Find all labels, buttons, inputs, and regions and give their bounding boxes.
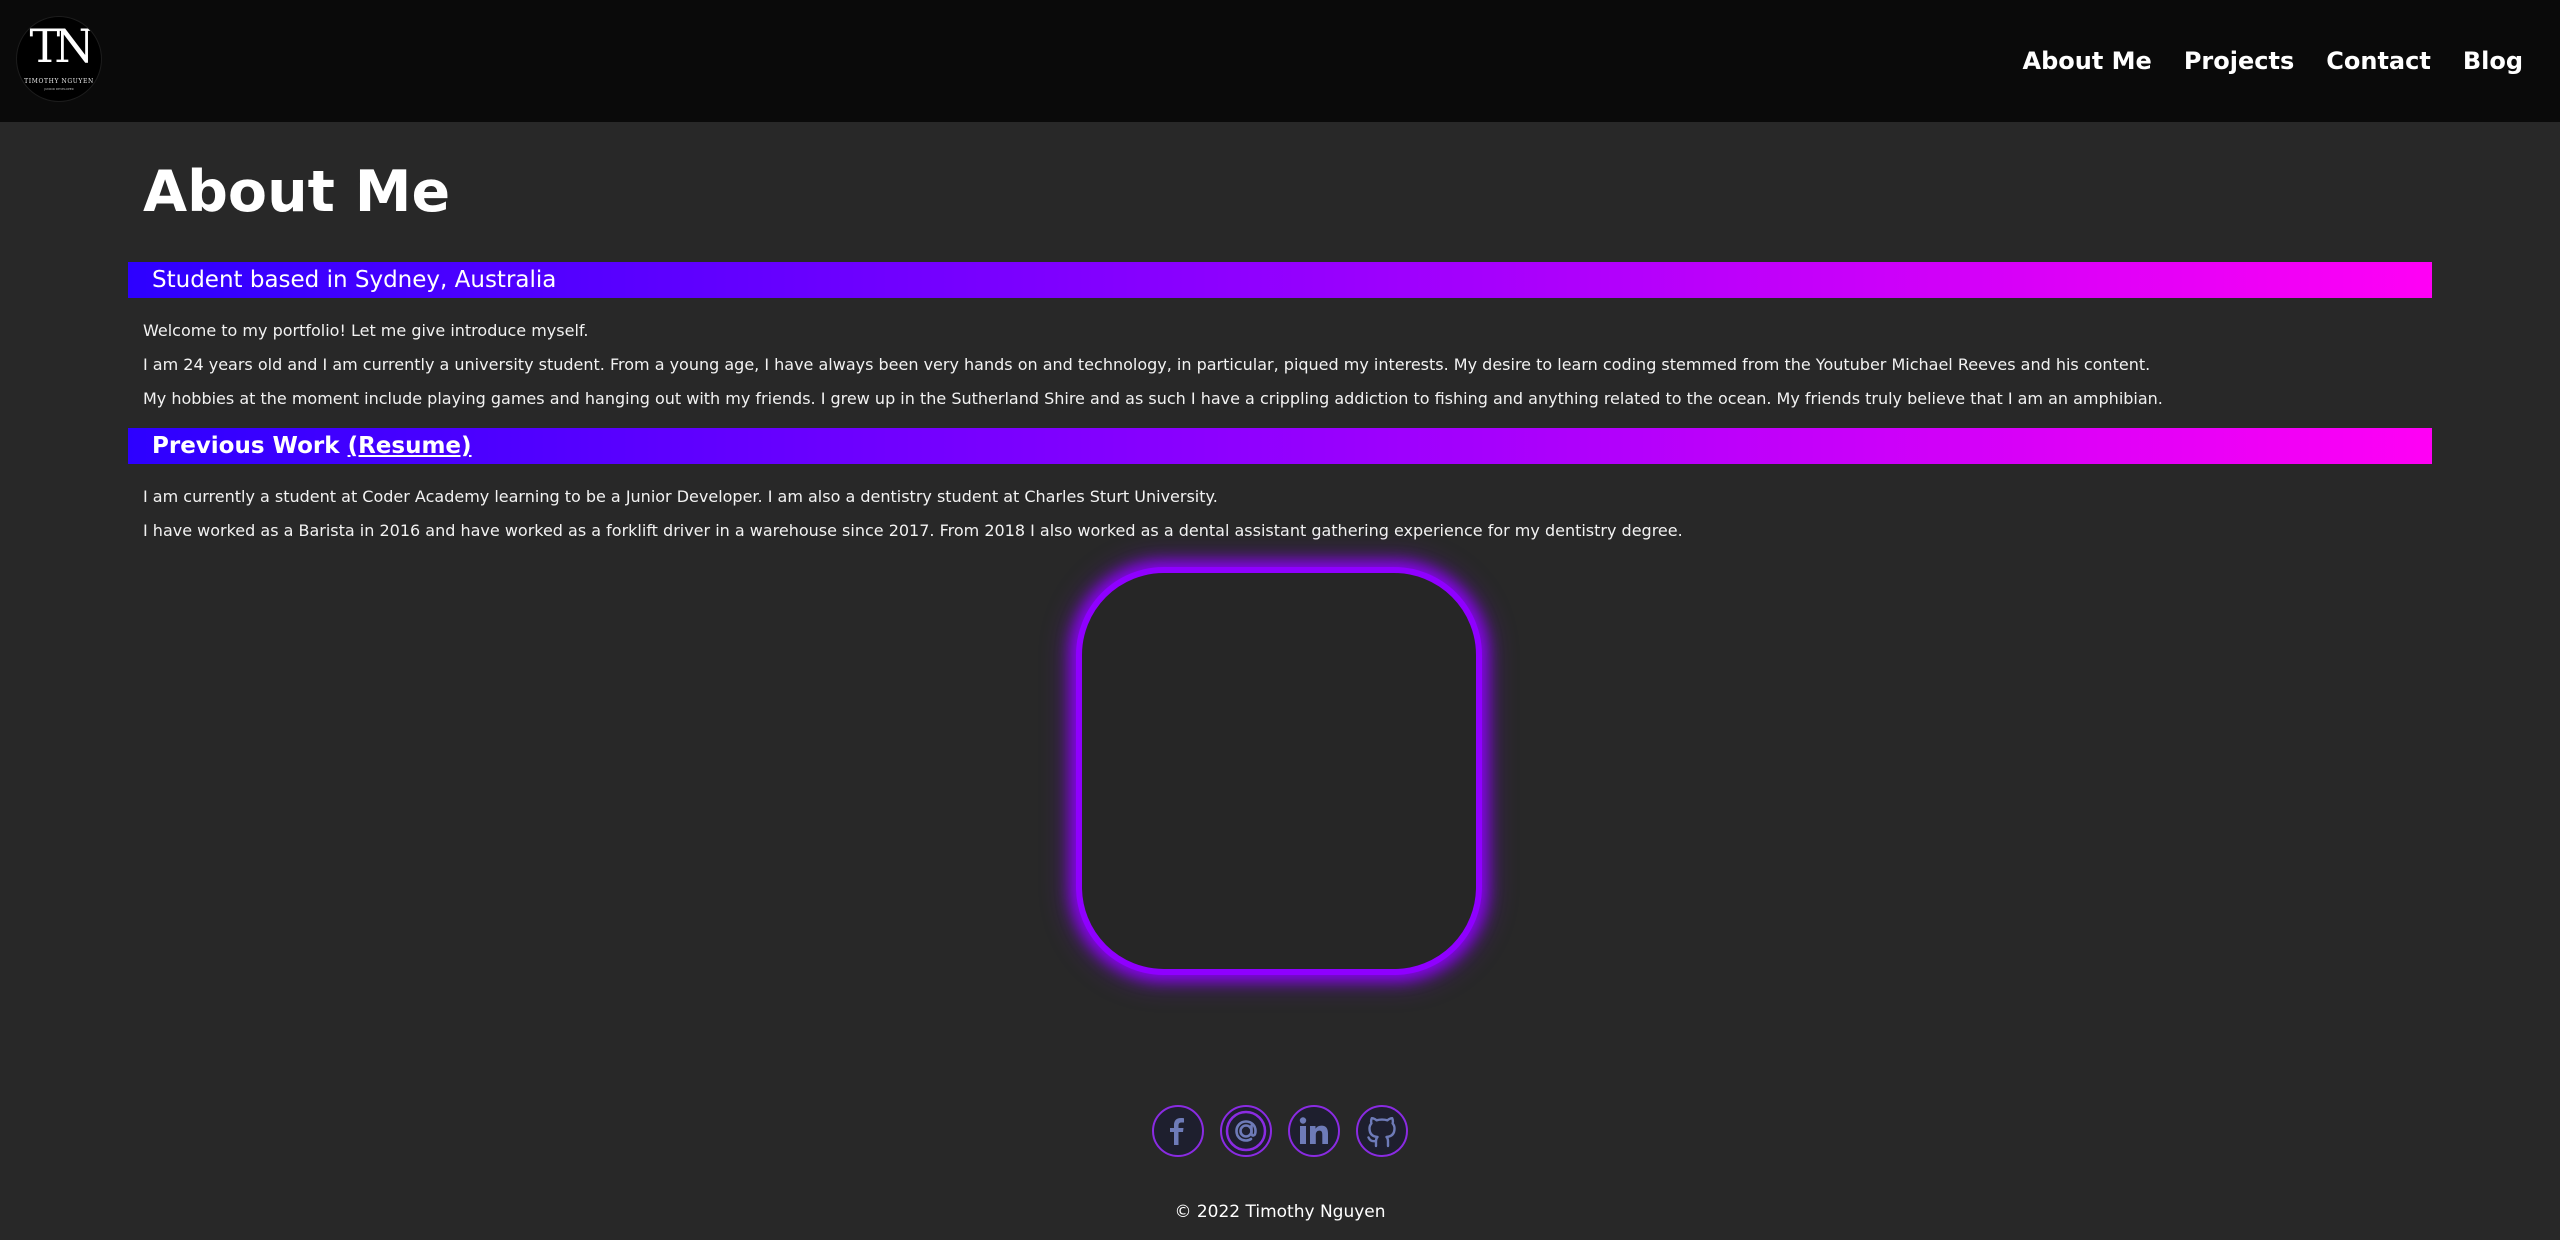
section-heading-previous-work-text: Previous Work [152,433,340,459]
page-title: About Me [143,159,451,225]
nav-contact[interactable]: Contact [2326,44,2431,78]
logo-name: TIMOTHY NGUYEN [24,78,94,85]
resume-link[interactable]: (Resume) [348,433,472,459]
facebook-icon [1170,1118,1184,1145]
logo-monogram: TN [29,19,95,73]
github-icon [1367,1117,1396,1148]
profile-photo-frame [1076,567,1482,975]
work-history-paragraph: I have worked as a Barista in 2016 and h… [143,521,1683,540]
site-logo[interactable]: TN TIMOTHY NGUYEN JUNIOR DEVELOPER [16,16,102,102]
main-nav: About Me Projects Contact Blog [2023,44,2523,78]
site-header: TN TIMOTHY NGUYEN JUNIOR DEVELOPER About… [0,0,2560,122]
section-heading-previous-work: Previous Work (Resume) [128,428,2432,464]
linkedin-icon [1299,1117,1328,1144]
nav-about-me[interactable]: About Me [2023,44,2152,78]
intro-paragraph: Welcome to my portfolio! Let me give int… [143,321,589,340]
footer-copyright: © 2022 Timothy Nguyen [1174,1202,1386,1222]
current-study-paragraph: I am currently a student at Coder Academ… [143,487,1218,506]
hobbies-paragraph: My hobbies at the moment include playing… [143,389,2163,408]
logo-tagline: JUNIOR DEVELOPER [44,87,74,91]
facebook-link[interactable] [1152,1105,1204,1157]
section-heading-student-text: Student based in Sydney, Australia [152,267,557,293]
email-icon [1225,1110,1267,1152]
nav-projects[interactable]: Projects [2184,44,2294,78]
nav-blog[interactable]: Blog [2463,44,2523,78]
social-links [1152,1105,1408,1157]
section-heading-student: Student based in Sydney, Australia [128,262,2432,298]
github-link[interactable] [1356,1105,1408,1157]
linkedin-link[interactable] [1288,1105,1340,1157]
email-link[interactable] [1220,1105,1272,1157]
age-paragraph: I am 24 years old and I am currently a u… [143,355,2151,374]
